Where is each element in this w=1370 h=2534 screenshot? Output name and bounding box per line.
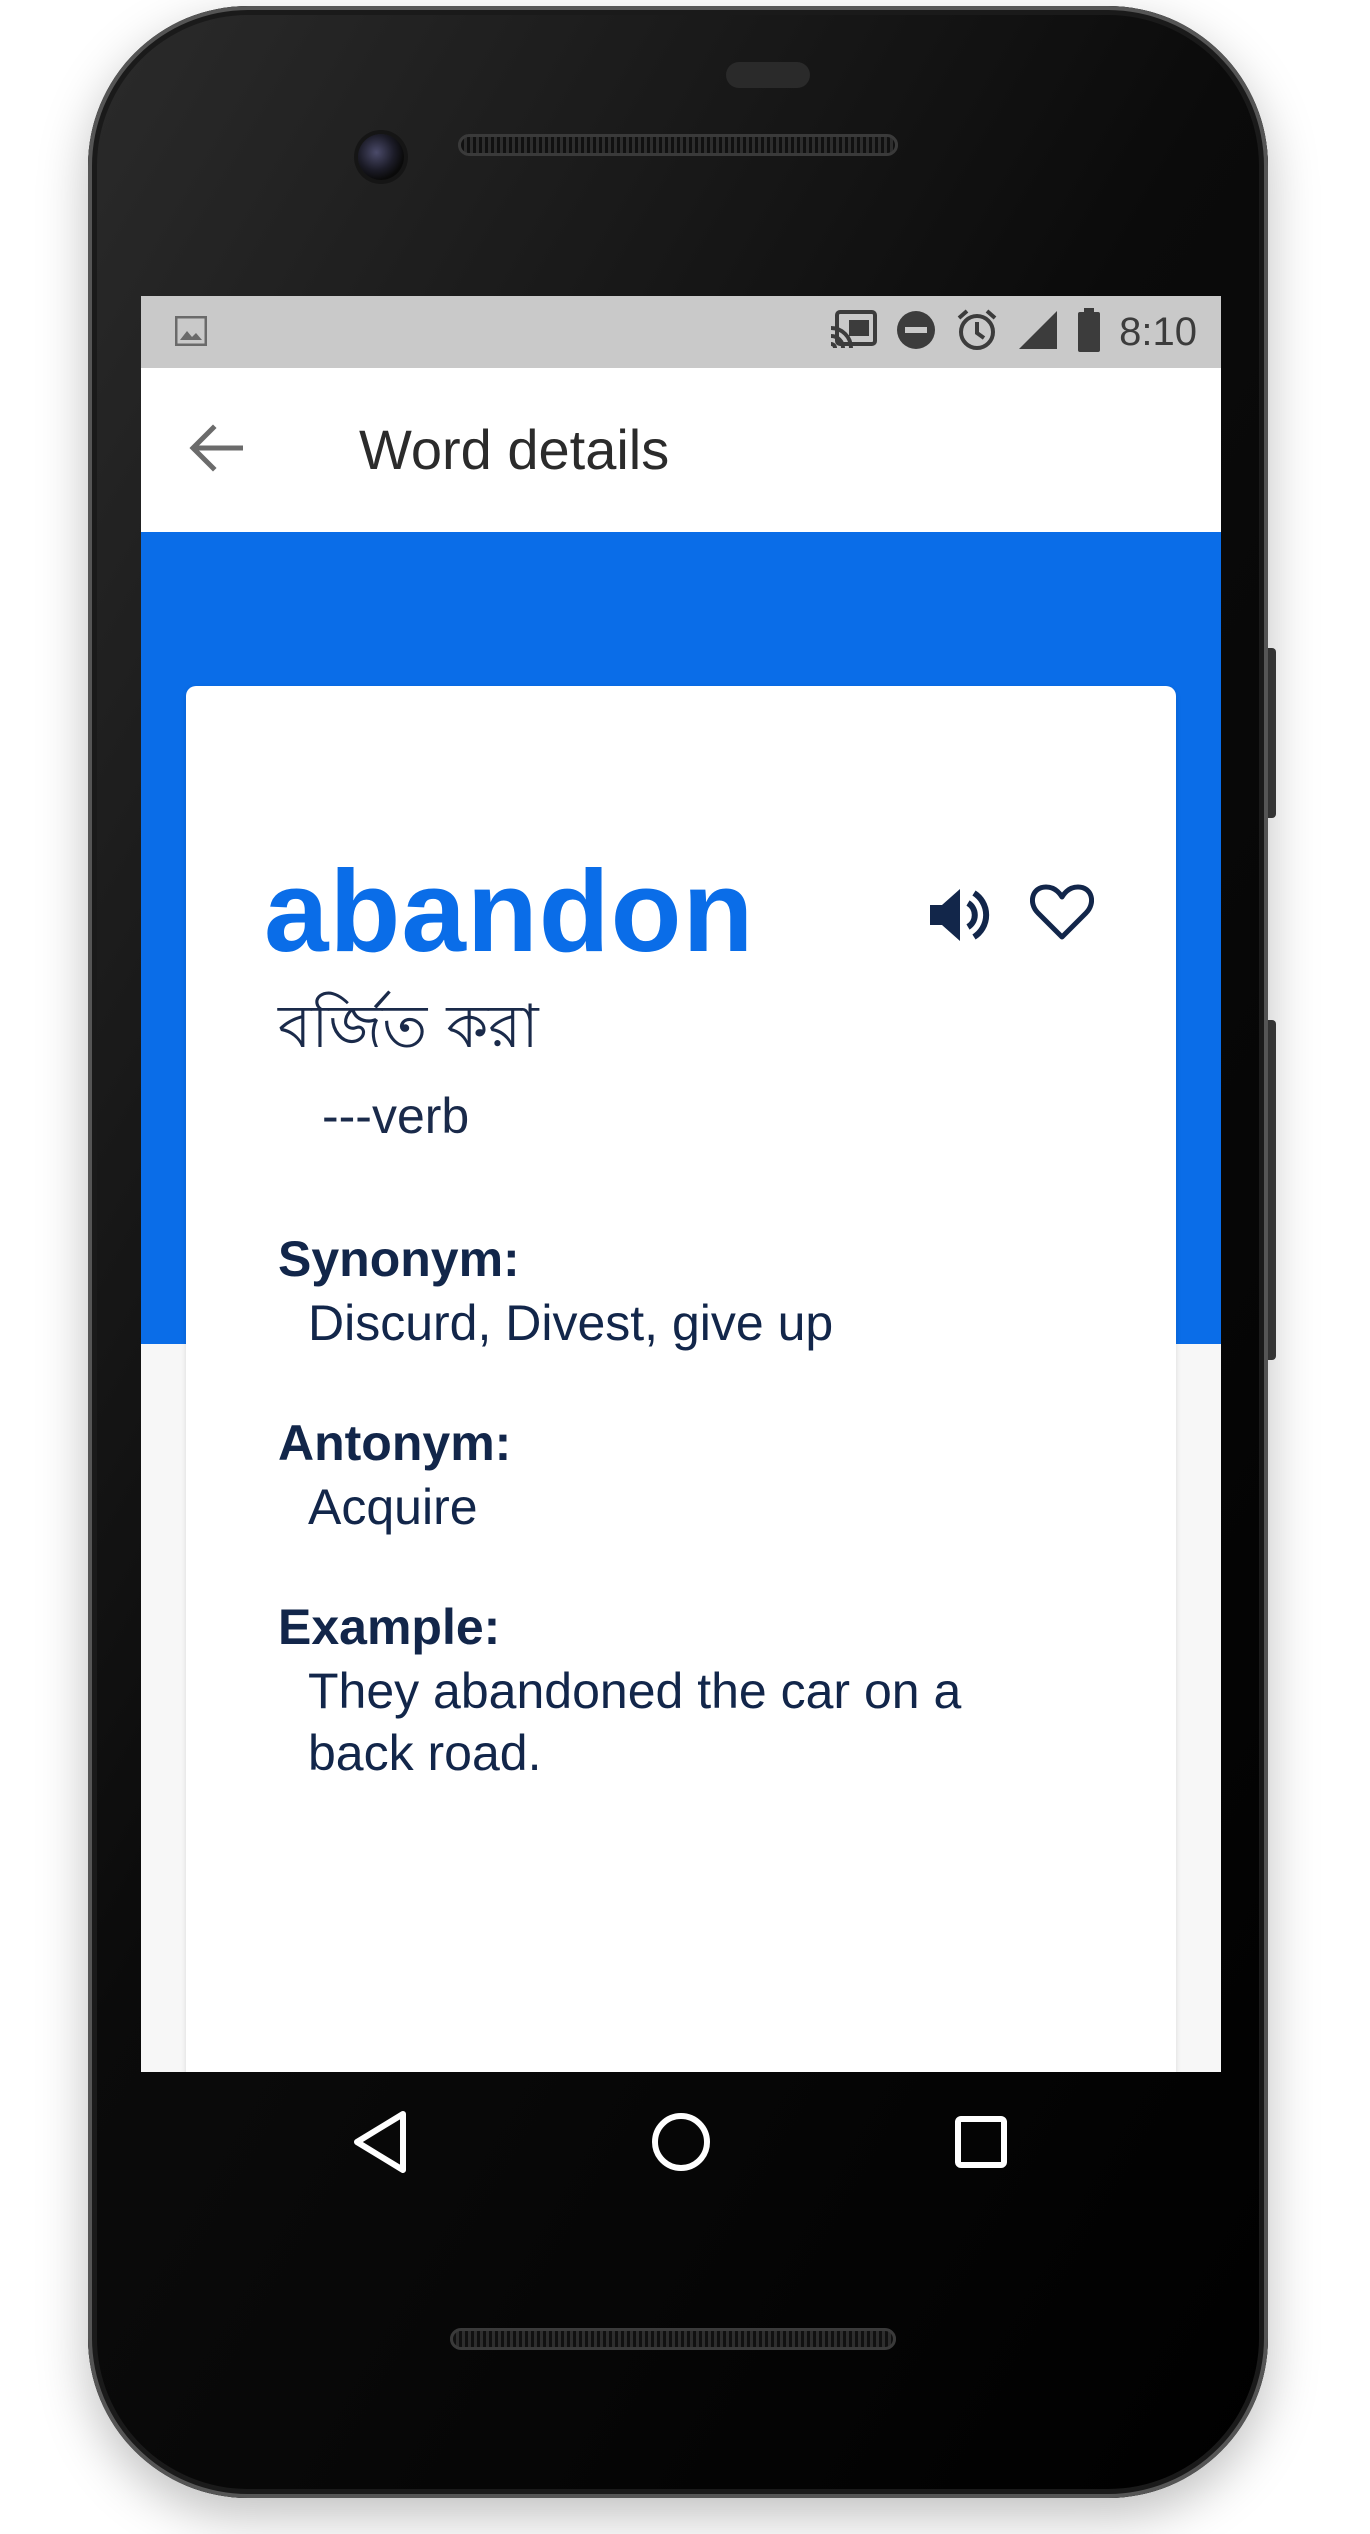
app-screen: 8:10 Word details abandon বর্জিত করা ---… bbox=[141, 296, 1221, 2072]
recents-square-icon bbox=[953, 2114, 1009, 2175]
word-card: abandon বর্জিত করা ---verb Synonym: Disc… bbox=[186, 686, 1176, 2072]
do-not-disturb-icon bbox=[895, 309, 937, 356]
translation-text: বর্জিত করা bbox=[278, 992, 539, 1062]
antonym-value: Acquire bbox=[308, 1479, 478, 1535]
heart-icon bbox=[1029, 883, 1095, 946]
speaker-icon bbox=[928, 887, 990, 948]
arrow-back-icon bbox=[187, 423, 244, 478]
alarm-icon bbox=[955, 308, 999, 357]
synonym-value: Discurd, Divest, give up bbox=[308, 1295, 834, 1351]
back-button[interactable] bbox=[181, 420, 249, 480]
nav-home-button[interactable] bbox=[631, 2094, 731, 2194]
example-value: They abandoned the car on a back road. bbox=[308, 1663, 962, 1781]
nav-back-button[interactable] bbox=[331, 2094, 431, 2194]
favorite-button[interactable] bbox=[1024, 876, 1100, 952]
nav-recents-button[interactable] bbox=[931, 2094, 1031, 2194]
pronounce-button[interactable] bbox=[924, 882, 994, 952]
example-label: Example: bbox=[278, 1599, 501, 1655]
status-icons: 8:10 bbox=[829, 296, 1197, 368]
app-toolbar: Word details bbox=[141, 368, 1221, 532]
back-triangle-icon bbox=[351, 2110, 411, 2179]
word-heading: abandon bbox=[264, 846, 755, 976]
front-camera bbox=[358, 134, 404, 180]
status-bar: 8:10 bbox=[141, 296, 1221, 368]
home-circle-icon bbox=[650, 2111, 712, 2178]
top-speaker-grille bbox=[458, 134, 898, 156]
status-time: 8:10 bbox=[1119, 309, 1197, 354]
bottom-speaker-grille bbox=[450, 2328, 896, 2350]
signal-icon bbox=[1017, 309, 1059, 356]
page-title: Word details bbox=[359, 418, 670, 481]
top-sensor bbox=[726, 62, 810, 88]
antonym-label: Antonym: bbox=[278, 1415, 512, 1471]
synonym-label: Synonym: bbox=[278, 1231, 520, 1287]
cast-icon bbox=[829, 309, 878, 355]
system-nav-bar bbox=[141, 2072, 1221, 2216]
part-of-speech: ---verb bbox=[322, 1088, 470, 1144]
battery-icon bbox=[1077, 307, 1101, 357]
image-icon bbox=[174, 315, 208, 347]
